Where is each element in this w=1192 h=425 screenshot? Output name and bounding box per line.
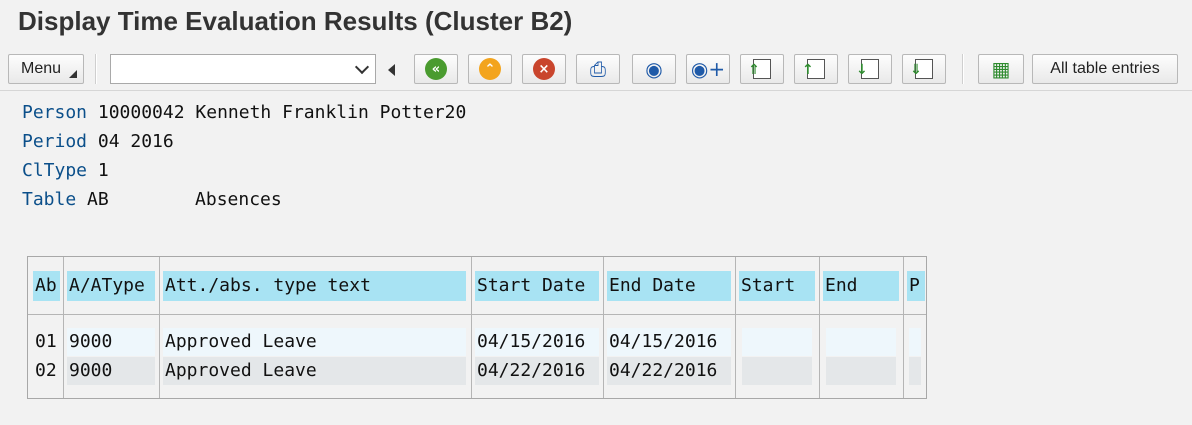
table-code: AB (87, 189, 109, 210)
header-p[interactable]: P (907, 271, 925, 301)
period-value: 04 2016 (97, 131, 174, 152)
person-label: Person (22, 102, 88, 123)
back-icon: « (425, 58, 447, 80)
header-end[interactable]: End (823, 271, 899, 301)
first-page-button[interactable]: ⇑ (740, 54, 784, 84)
collapse-arrow-icon[interactable] (388, 64, 395, 76)
cell-end (826, 357, 896, 385)
cell-type-text: Approved Leave (163, 328, 466, 356)
display-icon: ▦ (991, 57, 1011, 81)
cancel-button[interactable]: × (522, 54, 566, 84)
cell-start-date: 04/15/2016 (475, 328, 599, 356)
find-next-icon: ◉+ (690, 57, 726, 81)
display-button[interactable]: ▦ (978, 54, 1024, 84)
toolbar-separator (95, 54, 97, 84)
toolbar-separator (962, 54, 964, 84)
menu-caret-icon (69, 70, 77, 78)
header-start-date[interactable]: Start Date (475, 271, 599, 301)
find-button[interactable]: ◉ (632, 54, 676, 84)
cltype-label: ClType (22, 160, 88, 181)
cell-p (909, 357, 921, 385)
period-label: Period (22, 131, 88, 152)
table-name: Absences (195, 189, 282, 210)
page-title: Display Time Evaluation Results (Cluster… (18, 6, 573, 36)
cell-aatype: 9000 (67, 328, 155, 356)
all-table-entries-button[interactable]: All table entries (1032, 54, 1178, 84)
header-start[interactable]: Start (739, 271, 815, 301)
next-page-icon: ↓ (856, 59, 879, 79)
find-icon: ◉ (645, 57, 663, 81)
chevron-down-icon[interactable] (354, 59, 370, 75)
previous-page-icon: ↑ (802, 59, 825, 79)
menu-button[interactable]: Menu (8, 54, 84, 84)
cell-p (909, 328, 921, 356)
header-divider (28, 314, 926, 315)
period-line: Period 04 2016 (22, 131, 174, 152)
previous-page-button[interactable]: ↑ (794, 54, 838, 84)
toolbar: Menu « ⌃ × ⎙ ◉ ◉+ ⇑ ↑ ↓ ⇓ ▦ All table en… (0, 48, 1192, 91)
header-type-text[interactable]: Att./abs. type text (163, 271, 466, 301)
header-end-date[interactable]: End Date (607, 271, 731, 301)
exit-icon: ⌃ (479, 58, 501, 80)
back-button[interactable]: « (414, 54, 458, 84)
person-line: Person 10000042 Kenneth Franklin Potter2… (22, 102, 466, 123)
cancel-icon: × (533, 58, 555, 80)
cell-ab: 02 (35, 360, 57, 381)
table-row[interactable]: 02 9000 Approved Leave 04/22/2016 04/22/… (28, 357, 926, 385)
header-aatype[interactable]: A/AType (67, 271, 155, 301)
cell-end (826, 328, 896, 356)
last-page-icon: ⇓ (910, 59, 933, 79)
cell-end-date: 04/15/2016 (607, 328, 731, 356)
menu-button-label: Menu (20, 60, 62, 77)
person-value: 10000042 Kenneth Franklin Potter20 (97, 102, 467, 123)
command-input[interactable] (111, 55, 341, 83)
table-row[interactable]: 01 9000 Approved Leave 04/15/2016 04/15/… (28, 328, 926, 356)
title-bar: Display Time Evaluation Results (Cluster… (0, 0, 1192, 48)
find-next-button[interactable]: ◉+ (686, 54, 730, 84)
cell-type-text: Approved Leave (163, 357, 466, 385)
cell-end-date: 04/22/2016 (607, 357, 731, 385)
cell-start (742, 328, 812, 356)
cell-ab: 01 (35, 331, 57, 352)
cltype-value: 1 (97, 160, 109, 181)
cell-start (742, 357, 812, 385)
exit-button[interactable]: ⌃ (468, 54, 512, 84)
print-icon: ⎙ (590, 57, 606, 81)
table-label: Table (22, 189, 77, 210)
next-page-button[interactable]: ↓ (848, 54, 892, 84)
first-page-icon: ⇑ (748, 59, 771, 79)
cell-start-date: 04/22/2016 (475, 357, 599, 385)
header-ab[interactable]: Ab (33, 271, 60, 301)
cltype-line: ClType 1 (22, 160, 109, 181)
last-page-button[interactable]: ⇓ (902, 54, 946, 84)
table-line: Table AB Absences (22, 189, 282, 210)
cell-aatype: 9000 (67, 357, 155, 385)
print-button[interactable]: ⎙ (576, 54, 620, 84)
absences-table: Ab A/AType Att./abs. type text Start Dat… (27, 256, 927, 399)
command-field[interactable] (110, 54, 376, 84)
